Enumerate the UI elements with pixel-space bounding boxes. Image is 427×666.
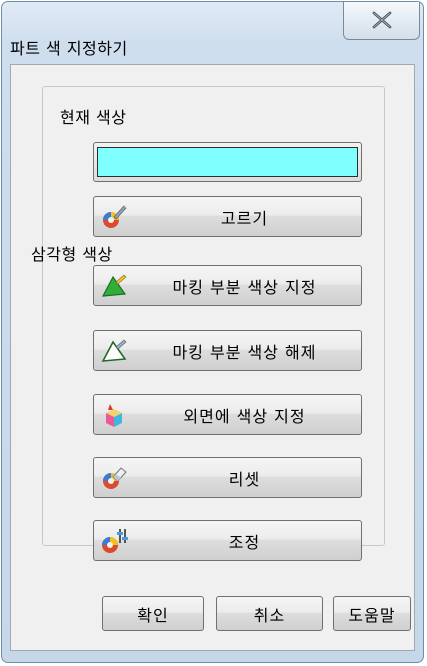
dialog-window: 파트 색 지정하기 현재 색상 고르기 삼각형 색상 마킹 부분 색상 지정 마…	[1, 1, 424, 663]
dialog-client-area: 현재 색상 고르기 삼각형 색상 마킹 부분 색상 지정 마킹 부분 색상 해제…	[10, 64, 415, 651]
mark-clear-color-button[interactable]: 마킹 부분 색상 해제	[93, 330, 362, 371]
pick-color-label: 고르기	[220, 208, 269, 228]
sliders-icon	[102, 529, 128, 553]
eraser-icon	[103, 467, 127, 489]
mark-clear-color-label: 마킹 부분 색상 해제	[172, 342, 317, 362]
pick-color-button[interactable]: 고르기	[93, 196, 362, 237]
cancel-button[interactable]: 취소	[216, 596, 323, 631]
triangle-outline-icon	[101, 339, 127, 362]
current-color-swatch	[97, 147, 358, 177]
outer-surface-color-label: 외면에 색상 지정	[183, 406, 306, 426]
triangle-color-label: 삼각형 색상	[31, 245, 113, 264]
help-button[interactable]: 도움말	[333, 596, 411, 631]
outer-surface-color-button[interactable]: 외면에 색상 지정	[93, 394, 362, 435]
current-color-swatch-button[interactable]	[93, 142, 362, 182]
adjust-label: 조정	[228, 532, 261, 552]
title-bar[interactable]: 파트 색 지정하기	[2, 2, 423, 64]
palette-brush-icon	[103, 205, 127, 228]
close-icon	[372, 11, 392, 29]
triangle-fill-icon	[101, 274, 127, 297]
close-button[interactable]	[343, 2, 420, 40]
mark-set-color-button[interactable]: 마킹 부분 색상 지정	[93, 265, 362, 306]
window-title: 파트 색 지정하기	[10, 39, 128, 58]
current-color-label: 현재 색상	[60, 108, 127, 127]
color-group-box: 현재 색상 고르기 삼각형 색상 마킹 부분 색상 지정 마킹 부분 색상 해제…	[31, 86, 385, 561]
ok-button[interactable]: 확인	[102, 596, 204, 631]
mark-set-color-label: 마킹 부분 색상 지정	[172, 277, 317, 297]
reset-button[interactable]: 리셋	[93, 457, 362, 498]
cube-paint-icon	[106, 404, 122, 427]
adjust-button[interactable]: 조정	[93, 520, 362, 561]
reset-label: 리셋	[228, 469, 261, 489]
